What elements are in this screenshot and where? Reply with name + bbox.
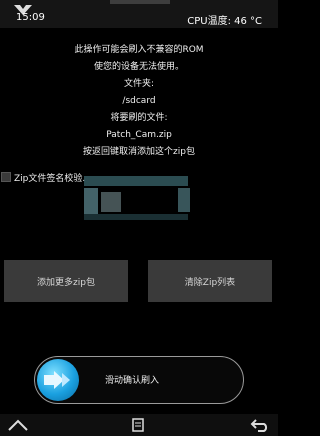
log-menu-icon[interactable] xyxy=(131,418,145,432)
folder-label: 文件夹: xyxy=(123,79,155,89)
clock-time: 15:09 xyxy=(16,12,45,23)
navigation-bar xyxy=(0,414,278,436)
slider-label: 滑动确认刷入 xyxy=(105,376,160,386)
warning-line-2: 使您的设备无法使用。 xyxy=(93,62,184,72)
slider-knob[interactable] xyxy=(37,359,79,401)
zip-signature-label: Zip文件签名校验. xyxy=(14,173,86,184)
zip-signature-checkbox[interactable] xyxy=(1,172,11,182)
warning-line-1: 此操作可能会刷入不兼容的ROM xyxy=(74,45,204,55)
flash-info: 此操作可能会刷入不兼容的ROM 使您的设备无法使用。 文件夹: /sdcard … xyxy=(0,42,278,161)
double-arrow-right-icon xyxy=(44,371,70,389)
clear-zip-list-button[interactable]: 清除Zip列表 xyxy=(148,260,272,302)
blur-patch xyxy=(178,188,190,212)
back-arrow-icon[interactable] xyxy=(250,418,270,432)
cpu-temperature: CPU温度: 46 °C xyxy=(187,16,262,27)
header-title-strip xyxy=(110,0,170,4)
add-more-zips-button[interactable]: 添加更多zip包 xyxy=(4,260,128,302)
swipe-to-flash-slider[interactable]: 滑动确认刷入 xyxy=(34,356,244,404)
cancel-hint: 按返回键取消添加这个zip包 xyxy=(83,147,195,157)
folder-path: /sdcard xyxy=(122,96,156,106)
home-icon[interactable] xyxy=(8,418,28,432)
blur-patch xyxy=(101,192,121,212)
blur-patch xyxy=(84,188,98,214)
file-name: Patch_Cam.zip xyxy=(106,130,172,140)
status-header: 15:09 CPU温度: 46 °C xyxy=(0,0,278,28)
blur-patch xyxy=(84,176,188,186)
blur-patch xyxy=(84,214,188,220)
file-label: 将要刷的文件: xyxy=(110,113,168,123)
zip-signature-check[interactable]: Zip文件签名校验. xyxy=(0,171,86,184)
